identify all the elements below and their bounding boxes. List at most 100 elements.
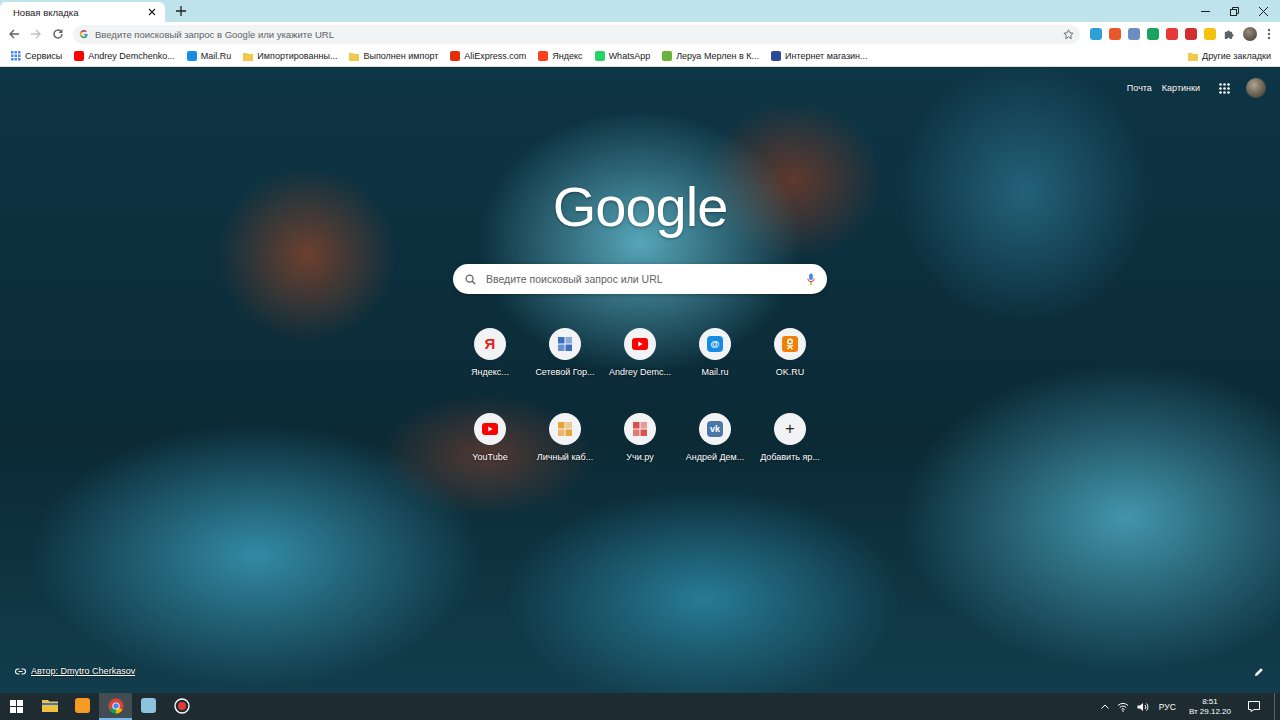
extension-icon[interactable] [1166, 28, 1178, 40]
bookmark[interactable]: Сервисы [6, 47, 67, 65]
taskbar-app[interactable] [132, 693, 165, 720]
bookmark[interactable]: Интернет магазин... [766, 47, 873, 65]
shortcut-label: Сетевой Гор... [535, 366, 594, 378]
system-tray: РУС 8:51Вт 29.12.20 [1101, 693, 1280, 720]
address-field[interactable] [95, 29, 1057, 40]
folder-icon [243, 52, 253, 61]
shortcuts: Я Яндекс... Сетевой Гор... Andrey Demc... @ M… [453, 324, 828, 494]
shortcut-tile[interactable]: Учи.ру [603, 409, 678, 494]
shortcut-label: Личный каб... [537, 451, 593, 463]
account-avatar-icon[interactable] [1246, 78, 1266, 98]
shortcut-badge-icon: vk [707, 421, 723, 437]
bookmark[interactable]: Импортированны... [238, 47, 342, 65]
shortcut-circle: @ [699, 328, 731, 360]
bookmark[interactable]: Леруа Мерлен в К... [657, 47, 764, 65]
toolbar [0, 22, 1280, 46]
shortcut-tile[interactable]: Я Яндекс... [453, 324, 528, 409]
top-link[interactable]: Почта [1127, 83, 1152, 93]
odnoklassniki-icon [782, 336, 798, 352]
volume-icon[interactable] [1137, 702, 1149, 712]
microphone-icon[interactable] [807, 273, 815, 285]
language-indicator[interactable]: РУС [1157, 702, 1178, 712]
shortcut-tile[interactable]: +Добавить яр... [753, 409, 828, 494]
bookmark[interactable]: AliExpress.com [445, 47, 531, 65]
bookmark-star-icon[interactable] [1063, 29, 1074, 40]
extension-icon[interactable] [1147, 28, 1159, 40]
taskbar-app[interactable] [33, 693, 66, 720]
site-favicon-icon [538, 51, 548, 61]
taskbar-app[interactable] [99, 693, 132, 720]
bookmark[interactable]: Выполнен импорт [344, 47, 443, 65]
extension-icon[interactable] [1185, 28, 1197, 40]
profile-avatar-icon[interactable] [1243, 27, 1257, 41]
play-icon [632, 338, 648, 350]
taskbar-app-icon [141, 698, 157, 714]
start-windows-icon[interactable] [0, 693, 33, 720]
reload-icon[interactable] [48, 24, 68, 44]
new-tab-page: Почта Картинки Google Я Яндекс... Сетевой Гор… [0, 67, 1280, 693]
site-favicon-icon [595, 51, 605, 61]
shortcut-label: Добавить яр... [760, 451, 820, 463]
shortcut-tile[interactable]: Сетевой Гор... [528, 324, 603, 409]
shortcut-circle: Я [474, 328, 506, 360]
show-desktop[interactable] [1274, 693, 1280, 720]
shortcut-tile[interactable]: Личный каб... [528, 409, 603, 494]
google-logo: Google [553, 175, 728, 239]
tray-expand-icon[interactable] [1101, 704, 1109, 709]
shortcut-label: Яндекс... [471, 366, 509, 378]
app-square-icon [75, 698, 90, 713]
shortcut-label: YouTube [472, 451, 507, 463]
photo-attribution[interactable]: Автор: Dmytro Cherkasov [15, 666, 135, 676]
shortcut-circle [549, 413, 581, 445]
clock[interactable]: 8:51Вт 29.12.20 [1186, 697, 1234, 717]
bookmark[interactable]: WhatsApp [590, 47, 656, 65]
bookmark[interactable]: Яндекс [533, 47, 587, 65]
bookmark-label: AliExpress.com [464, 51, 526, 61]
bookmark-label: Яндекс [552, 51, 582, 61]
new-tab-icon[interactable] [171, 1, 191, 21]
menu-dots-icon[interactable] [1264, 28, 1274, 40]
site-favicon-icon [74, 51, 84, 61]
minimize-icon[interactable] [1191, 0, 1220, 22]
tab-title: Новая вкладка [13, 7, 139, 18]
attribution-text: Автор: Dmytro Cherkasov [31, 666, 135, 676]
shortcut-tile[interactable]: OK.RU [753, 324, 828, 409]
taskbar-app[interactable] [165, 693, 198, 720]
network-icon[interactable] [1117, 702, 1129, 712]
site-tiles-icon [632, 421, 648, 437]
extension-icon[interactable] [1204, 28, 1216, 40]
back-icon[interactable] [4, 24, 24, 44]
shortcut-tile[interactable]: Andrey Demc... [603, 324, 678, 409]
shortcut-tile[interactable]: @ Mail.ru [678, 324, 753, 409]
shortcut-circle [774, 328, 806, 360]
close-window-icon[interactable] [1249, 0, 1278, 22]
extension-icon[interactable] [1128, 28, 1140, 40]
shortcut-tile[interactable]: vkАндрей Дем... [678, 409, 753, 494]
bookmarks-bar: Сервисы Andrey Demchenko...Mail.RuИмпорти… [0, 46, 1280, 67]
extension-icon[interactable] [1090, 28, 1102, 40]
search-field[interactable] [486, 273, 797, 285]
taskbar-app-icon [108, 698, 124, 714]
extension-icon[interactable] [1109, 28, 1121, 40]
other-bookmarks[interactable]: Другие закладки [1183, 47, 1276, 65]
shortcut-tile[interactable]: YouTube [453, 409, 528, 494]
close-tab-icon[interactable] [145, 5, 159, 19]
taskbar-app[interactable] [66, 693, 99, 720]
bookmark[interactable]: Andrey Demchenko... [69, 47, 180, 65]
notifications-icon[interactable] [1242, 701, 1266, 712]
shortcut-label: Mail.ru [701, 366, 728, 378]
top-link[interactable]: Картинки [1162, 83, 1200, 93]
extensions-puzzle-icon[interactable] [1223, 29, 1234, 40]
window-controls [1191, 0, 1278, 22]
customize-pencil-icon[interactable] [1254, 667, 1264, 677]
bookmark[interactable]: Mail.Ru [182, 47, 237, 65]
omnibox[interactable] [73, 25, 1080, 44]
clock-time: 8:51 [1202, 697, 1218, 707]
google-apps-icon[interactable] [1216, 83, 1232, 94]
tab[interactable]: Новая вкладка [0, 2, 165, 22]
search-box[interactable] [453, 264, 827, 294]
apps-grid-icon [11, 51, 21, 61]
bookmark-label: Сервисы [25, 51, 62, 61]
shortcut-circle [474, 413, 506, 445]
restore-icon[interactable] [1220, 0, 1249, 22]
